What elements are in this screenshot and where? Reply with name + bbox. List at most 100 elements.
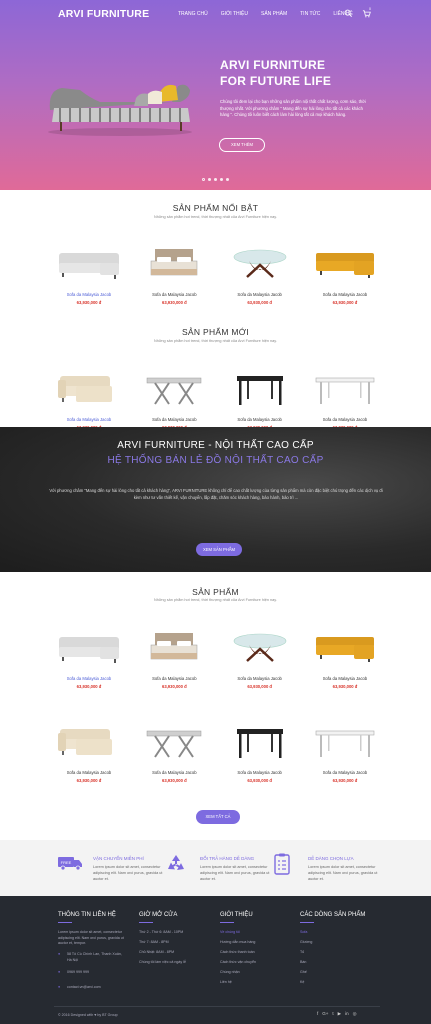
product-name[interactable]: Sofa da Malaysia Jacob [225, 417, 295, 422]
footer-email[interactable]: contact.vn@arvi.com [67, 985, 101, 991]
menu-item-about[interactable]: GIỚI THIỆU [221, 11, 248, 17]
product-name[interactable]: Sofa da Malaysia Jacob [139, 770, 209, 775]
footer-category-link[interactable]: Bàn [300, 960, 306, 964]
cream-sofa-icon[interactable] [54, 718, 124, 764]
product-card[interactable]: Sofa da Malaysia Jacob63,930,000 đ [139, 718, 209, 783]
new-products-subtitle: Những sản phẩm hot trend, thời thượng nh… [154, 339, 277, 343]
product-name[interactable]: Sofa da Malaysia Jacob [310, 417, 380, 422]
footer-hours-line: Thứ 7: 8AM - 8PM [139, 940, 169, 944]
hero-banner: ARVI FURNITURE TRANG CHỦ GIỚI THIỆU SẢN … [0, 0, 431, 190]
linkedin-icon[interactable]: in [345, 1011, 349, 1017]
glass-table-icon[interactable] [225, 240, 295, 286]
product-card[interactable]: Sofa da Malaysia Jacob 63,930,000 đ [310, 240, 380, 305]
svg-text:FREE: FREE [61, 860, 72, 865]
new-products: Sofa da Malaysia Jacob63,930,000 đSofa d… [54, 365, 380, 430]
google-plus-icon[interactable]: G+ [322, 1011, 328, 1017]
footer-about-link[interactable]: Cách thức thanh toán [220, 950, 255, 954]
products-subtitle: Những sản phẩm hot trend, thời thượng nh… [154, 598, 277, 602]
product-name[interactable]: Sofa da Malaysia Jacob [310, 676, 380, 681]
product-card[interactable]: Sofa da Malaysia Jacob63,930,000 đ [225, 718, 295, 783]
footer-category-link[interactable]: Kệ [300, 980, 304, 984]
product-card[interactable]: Sofa da Malaysia Jacob63,930,000 đ [225, 624, 295, 689]
footer-categories-title: CÁC DÒNG SẢN PHẨM [300, 912, 366, 918]
stone-table-icon[interactable] [139, 718, 209, 764]
product-name[interactable]: Sofa da Malaysia Jacob [225, 676, 295, 681]
black-table-icon[interactable] [225, 718, 295, 764]
product-card[interactable]: Sofa da Malaysia Jacob63,930,000 đ [54, 240, 124, 305]
slider-dot[interactable] [220, 178, 223, 181]
truck-icon: FREE [58, 857, 82, 871]
product-name[interactable]: Sofa da Malaysia Jacob [54, 292, 124, 297]
product-card[interactable]: Sofa da Malaysia Jacob63,930,000 đ [310, 624, 380, 689]
feature-title: VẬN CHUYỂN MIỄN PHÍ [93, 856, 144, 861]
footer-address: 58 Tô Cù Chính Lan, Thanh Xuân, Hà Nội [67, 952, 122, 962]
product-card[interactable]: Sofa da Malaysia Jacob63,930,000 đ [54, 624, 124, 689]
product-card[interactable]: Sofa da Malaysia Jacob63,930,000 đ [310, 718, 380, 783]
feature-title: ĐỔI TRẢ HÀNG DỄ DÀNG [200, 856, 255, 861]
slider-dots [202, 178, 229, 181]
product-name[interactable]: Sofa da Malaysia Jacob [225, 292, 295, 297]
slider-dot[interactable] [208, 178, 211, 181]
bed-icon[interactable] [139, 240, 209, 286]
footer-about-link[interactable]: Về chúng tôi [220, 930, 240, 934]
twitter-icon[interactable]: t [332, 1011, 333, 1017]
menu-item-home[interactable]: TRANG CHỦ [178, 11, 208, 17]
footer-phone[interactable]: 0969 999 999 [67, 970, 89, 976]
white-sofa-icon[interactable] [54, 624, 124, 670]
slider-dot[interactable] [202, 178, 205, 181]
stone-table-icon[interactable] [139, 365, 209, 411]
product-name[interactable]: Sofa da Malaysia Jacob [310, 770, 380, 775]
product-card[interactable]: Sofa da Malaysia Jacob63,930,000 đ [139, 240, 209, 305]
view-all-button[interactable]: XEM TẤT CẢ [196, 810, 240, 824]
footer-category-link[interactable]: Sofa [300, 930, 307, 934]
yellow-sofa-icon[interactable] [310, 624, 380, 670]
instagram-icon[interactable]: ◎ [353, 1011, 357, 1017]
product-name[interactable]: Sofa da Malaysia Jacob [139, 676, 209, 681]
product-name[interactable]: Sofa da Malaysia Jacob [54, 676, 124, 681]
product-name[interactable]: Sofa da Malaysia Jacob [139, 292, 209, 297]
footer-about-link[interactable]: Hướng dẫn mua hàng [220, 940, 255, 944]
yellow-sofa-icon[interactable] [310, 240, 380, 286]
footer-category-link[interactable]: Ghế [300, 970, 307, 974]
view-products-button[interactable]: XEM SẢN PHẨM [196, 543, 242, 556]
product-card[interactable]: Sofa da Malaysia Jacob63,930,000 đ [139, 624, 209, 689]
footer-bottom-divider [54, 1006, 380, 1007]
products-row-1: Sofa da Malaysia Jacob 63,930,000 đ Sofa d… [54, 624, 380, 689]
product-card[interactable]: Sofa da Malaysia Jacob63,930,000 đ [310, 365, 380, 430]
bed-icon[interactable] [139, 624, 209, 670]
footer-category-link[interactable]: Tủ [300, 950, 304, 954]
product-card[interactable]: Sofa da Malaysia Jacob63,930,000 đ [54, 718, 124, 783]
glass-table-icon[interactable] [225, 624, 295, 670]
product-name[interactable]: Sofa da Malaysia Jacob [54, 770, 124, 775]
footer-about-link[interactable]: Liên hệ [220, 980, 232, 984]
youtube-icon[interactable]: ▶ [338, 1011, 341, 1017]
white-table-icon[interactable] [310, 365, 380, 411]
product-card[interactable]: Sofa da Malaysia Jacob63,930,000 đ [225, 365, 295, 430]
footer-about-link[interactable]: Cách thức vận chuyển [220, 960, 256, 964]
product-name[interactable]: Sofa da Malaysia Jacob [54, 417, 124, 422]
banner-description: Với phương châm "Mang đến sự hài lòng ch… [49, 488, 383, 500]
site-logo[interactable]: ARVI FURNITURE [58, 8, 149, 20]
footer-category-link[interactable]: Giường [300, 940, 312, 944]
product-name[interactable]: Sofa da Malaysia Jacob [225, 770, 295, 775]
menu-item-products[interactable]: SẢN PHẨM [261, 11, 287, 17]
cream-sofa-icon[interactable] [54, 365, 124, 411]
facebook-icon[interactable]: f [317, 1011, 318, 1017]
search-icon[interactable] [344, 9, 353, 18]
location-icon: ● [58, 952, 61, 956]
homepage: ARVI FURNITURE TRANG CHỦ GIỚI THIỆU SẢN … [0, 0, 431, 1024]
white-table-icon[interactable] [310, 718, 380, 764]
slider-dot[interactable] [226, 178, 229, 181]
product-name[interactable]: Sofa da Malaysia Jacob [139, 417, 209, 422]
product-price: 63,930,000 đ [332, 300, 358, 305]
white-sofa-icon[interactable] [54, 240, 124, 286]
menu-item-news[interactable]: TIN TỨC [300, 11, 320, 17]
hero-more-button[interactable]: XEM THÊM [219, 138, 265, 152]
black-table-icon[interactable] [225, 365, 295, 411]
product-card[interactable]: Sofa da Malaysia Jacob63,930,000 đ [139, 365, 209, 430]
footer-about-link[interactable]: Chúng nhận [220, 970, 240, 974]
product-card[interactable]: Sofa da Malaysia Jacob63,930,000 đ [225, 240, 295, 305]
product-card[interactable]: Sofa da Malaysia Jacob63,930,000 đ [54, 365, 124, 430]
slider-dot[interactable] [214, 178, 217, 181]
product-name[interactable]: Sofa da Malaysia Jacob [310, 292, 380, 297]
